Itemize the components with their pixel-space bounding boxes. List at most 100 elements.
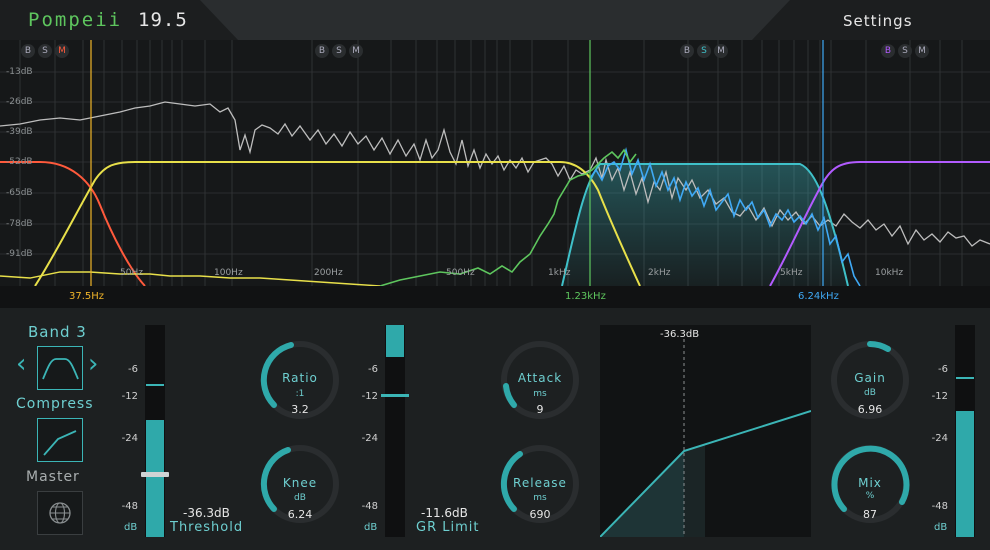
band2-mute-button[interactable]: M	[349, 44, 363, 58]
freq-label: 5kHz	[780, 268, 803, 278]
app-name: Pompeii	[28, 9, 123, 31]
band3-bypass-button[interactable]: B	[680, 44, 694, 58]
master-button[interactable]	[37, 491, 83, 535]
band3-solo-button[interactable]: S	[697, 44, 711, 58]
gain-value[interactable]: 6.96	[828, 403, 912, 416]
gr-level-fill	[386, 325, 404, 357]
gr-limit-tick: -12	[361, 391, 378, 402]
gr-limit-label: GR Limit	[416, 520, 480, 535]
freq-label: 500Hz	[446, 268, 475, 278]
db-label: -39dB	[6, 127, 33, 137]
output-tick: -24	[931, 433, 948, 444]
crossover-3-frequency[interactable]: 6.24kHz	[798, 291, 839, 302]
band4-bsm-group: B S M	[881, 44, 929, 58]
db-label: -52dB	[6, 157, 33, 167]
output-tick: -12	[931, 391, 948, 402]
freq-label: 100Hz	[214, 268, 243, 278]
gain-label: Gain	[854, 371, 886, 385]
transfer-curve-graph	[599, 339, 812, 538]
spectrum-graph[interactable]	[0, 40, 990, 287]
mode-label: Compress	[16, 396, 94, 412]
threshold-level-fill	[146, 420, 164, 537]
threshold-label: Threshold	[170, 520, 244, 535]
ratio-value[interactable]: 3.2	[258, 403, 342, 416]
gr-limit-tick: -6	[368, 364, 378, 375]
ratio-label: Ratio	[282, 371, 318, 385]
threshold-slider[interactable]	[141, 325, 169, 537]
db-label: -91dB	[6, 249, 33, 259]
freq-label: 200Hz	[314, 268, 343, 278]
threshold-tick: -6	[128, 364, 138, 375]
db-label: -13dB	[6, 67, 33, 77]
ratio-unit: :1	[295, 389, 305, 399]
db-label: -78dB	[6, 219, 33, 229]
band1-bsm-group: B S M	[21, 44, 69, 58]
db-label: -65dB	[6, 188, 33, 198]
spectrum-display[interactable]	[0, 40, 990, 287]
knee-value[interactable]: 6.24	[258, 508, 342, 521]
gr-limit-unit: dB	[364, 522, 378, 533]
band4-mute-button[interactable]: M	[915, 44, 929, 58]
gr-limit-tick: -24	[361, 433, 378, 444]
knee-label: Knee	[282, 476, 318, 490]
mode-button[interactable]	[37, 418, 83, 462]
mix-value[interactable]: 87	[828, 508, 912, 521]
bandpass-icon	[42, 358, 79, 380]
db-label: -26dB	[6, 97, 33, 107]
knee-fill	[684, 444, 705, 537]
band4-bypass-button[interactable]: B	[881, 44, 895, 58]
output-peak-marker	[956, 377, 974, 379]
mix-label: Mix	[858, 476, 882, 490]
threshold-tick: -24	[121, 433, 138, 444]
release-label: Release	[513, 476, 567, 490]
gr-limit-slider[interactable]	[381, 325, 409, 537]
gr-limit-tick: -48	[361, 501, 378, 512]
next-band-button[interactable]: ›	[88, 351, 98, 377]
output-meter	[955, 325, 975, 537]
knee-unit: dB	[294, 493, 306, 503]
threshold-handle[interactable]	[141, 472, 169, 477]
band3-mute-button[interactable]: M	[714, 44, 728, 58]
app-version: 19.5	[138, 9, 188, 31]
release-unit: ms	[533, 493, 547, 503]
threshold-peak-marker	[146, 384, 164, 386]
band2-bypass-button[interactable]: B	[315, 44, 329, 58]
release-value[interactable]: 690	[498, 508, 582, 521]
attack-unit: ms	[533, 389, 547, 399]
band1-solo-button[interactable]: S	[38, 44, 52, 58]
transfer-threshold-label: -36.3dB	[660, 329, 700, 340]
prev-band-button[interactable]: ‹	[16, 351, 26, 377]
band4-solo-button[interactable]: S	[898, 44, 912, 58]
output-unit: dB	[934, 522, 948, 533]
band1-bypass-button[interactable]: B	[21, 44, 35, 58]
band3-fill	[562, 164, 848, 286]
output-tick: -48	[931, 501, 948, 512]
transfer-curve-display[interactable]	[599, 325, 812, 538]
band-title: Band 3	[28, 323, 87, 341]
band2-bsm-group: B S M	[315, 44, 363, 58]
freq-label: 1kHz	[548, 268, 571, 278]
gr-limit-value[interactable]: -11.6dB	[421, 506, 468, 520]
output-tick: -6	[938, 364, 948, 375]
threshold-tick: -12	[121, 391, 138, 402]
threshold-tick: -48	[121, 501, 138, 512]
crossover-1-frequency[interactable]: 37.5Hz	[69, 291, 104, 302]
settings-button[interactable]: Settings	[843, 12, 913, 30]
freq-label: 2kHz	[648, 268, 671, 278]
band1-mute-button[interactable]: M	[55, 44, 69, 58]
crossover-2-frequency[interactable]: 1.23kHz	[565, 291, 606, 302]
mix-unit: %	[865, 491, 875, 501]
crossover-frequency-row	[0, 286, 990, 308]
attack-value[interactable]: 9	[498, 403, 582, 416]
band3-bsm-group: B S M	[680, 44, 728, 58]
output-level-fill	[956, 411, 974, 537]
gr-limit-handle[interactable]	[381, 394, 409, 397]
freq-label: 10kHz	[875, 268, 904, 278]
threshold-value[interactable]: -36.3dB	[183, 506, 230, 520]
attack-label: Attack	[517, 371, 563, 385]
globe-icon	[49, 502, 71, 524]
filter-type-button[interactable]	[37, 346, 83, 390]
master-label: Master	[26, 469, 80, 485]
threshold-unit: dB	[124, 522, 138, 533]
band2-solo-button[interactable]: S	[332, 44, 346, 58]
